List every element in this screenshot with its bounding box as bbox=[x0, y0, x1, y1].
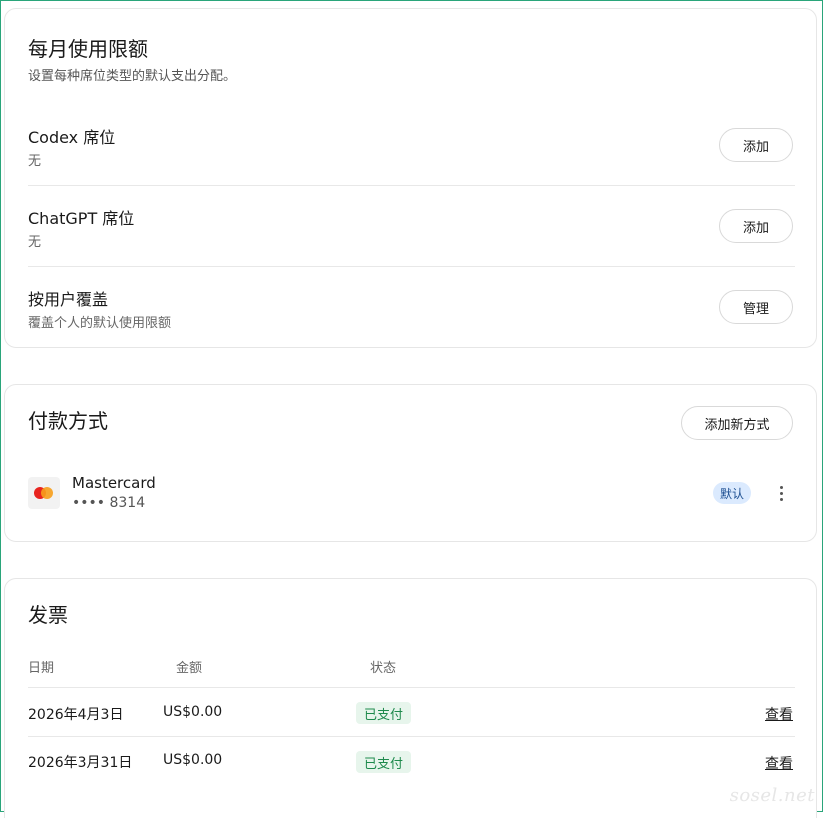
row-divider bbox=[28, 185, 795, 186]
invoices-card: 发票 日期 金额 状态 2026年4月3日 US$0.00 已支付 查看 202… bbox=[4, 578, 817, 818]
table-divider bbox=[28, 736, 795, 737]
usage-limits-subtitle: 设置每种席位类型的默认支出分配。 bbox=[28, 69, 237, 84]
chatgpt-seat-row: ChatGPT 席位 无 bbox=[28, 205, 795, 286]
column-header-status: 状态 bbox=[370, 661, 397, 676]
watermark: sosel.net bbox=[729, 785, 815, 806]
usage-limits-card: 每月使用限额 设置每种席位类型的默认支出分配。 Codex 席位 无 添加 Ch… bbox=[4, 8, 817, 348]
per-user-override-subtitle: 覆盖个人的默认使用限额 bbox=[28, 316, 172, 331]
mastercard-icon bbox=[28, 477, 60, 509]
status-badge: 已支付 bbox=[356, 751, 412, 773]
chatgpt-seat-title: ChatGPT 席位 bbox=[28, 209, 135, 228]
per-user-override-title: 按用户覆盖 bbox=[28, 290, 109, 309]
payment-method-brand: Mastercard bbox=[72, 474, 156, 492]
more-options-icon[interactable] bbox=[775, 483, 787, 503]
payment-methods-card: 付款方式 添加新方式 Mastercard •••• 8314 默认 bbox=[4, 384, 817, 542]
default-badge: 默认 bbox=[713, 482, 752, 504]
invoice-amount: US$0.00 bbox=[163, 752, 223, 768]
invoices-title: 发票 bbox=[28, 603, 68, 627]
column-header-amount: 金额 bbox=[176, 661, 203, 676]
column-header-date: 日期 bbox=[28, 661, 55, 676]
payment-method-number: •••• 8314 bbox=[72, 495, 146, 511]
manage-overrides-button[interactable]: 管理 bbox=[719, 290, 793, 324]
add-chatgpt-limit-button[interactable]: 添加 bbox=[719, 209, 793, 243]
status-badge: 已支付 bbox=[356, 702, 412, 724]
codex-seat-limit: 无 bbox=[28, 154, 42, 169]
invoice-date: 2026年3月31日 bbox=[28, 755, 133, 771]
invoice-amount: US$0.00 bbox=[163, 704, 223, 720]
row-divider bbox=[28, 266, 795, 267]
view-invoice-link[interactable]: 查看 bbox=[765, 704, 793, 724]
per-user-override-row: 按用户覆盖 覆盖个人的默认使用限额 bbox=[28, 286, 795, 367]
codex-seat-row: Codex 席位 无 bbox=[28, 124, 795, 205]
add-payment-method-button[interactable]: 添加新方式 bbox=[681, 406, 793, 440]
codex-seat-title: Codex 席位 bbox=[28, 128, 116, 147]
table-divider bbox=[28, 687, 795, 688]
usage-limits-title: 每月使用限额 bbox=[28, 37, 148, 61]
invoice-date: 2026年4月3日 bbox=[28, 707, 124, 723]
view-invoice-link[interactable]: 查看 bbox=[765, 753, 793, 773]
add-codex-limit-button[interactable]: 添加 bbox=[719, 128, 793, 162]
payment-methods-title: 付款方式 bbox=[28, 409, 108, 433]
chatgpt-seat-limit: 无 bbox=[28, 235, 42, 250]
